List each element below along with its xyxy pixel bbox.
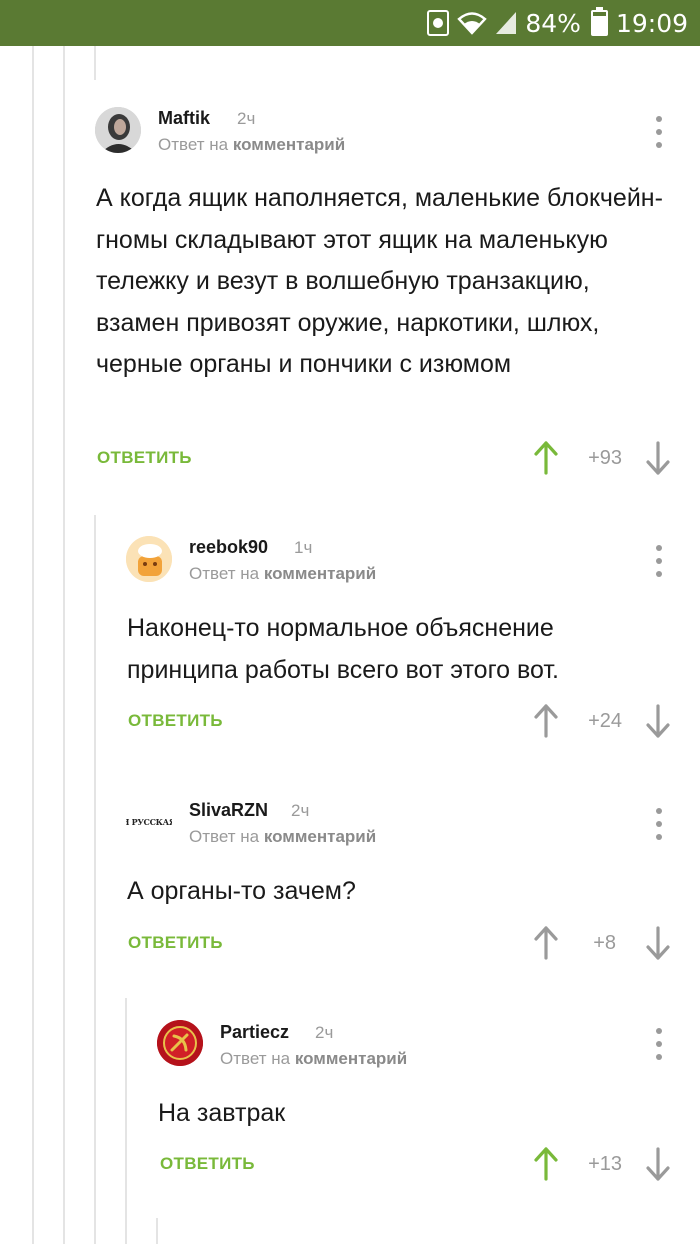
comment: Partiecz 2ч Ответ на комментарий На завт… [0,0,700,1200]
comment-text: На завтрак [158,1099,286,1127]
thread-line [156,1218,158,1244]
downvote-arrow-icon[interactable] [646,1147,670,1181]
reply-to-link[interactable]: комментарий [295,1049,407,1068]
avatar[interactable] [157,1020,203,1066]
reply-to: Ответ на комментарий [220,1049,407,1069]
comment-score: +13 [588,1153,622,1175]
upvote-arrow-icon[interactable] [534,1147,558,1181]
more-menu-icon[interactable] [654,1028,664,1060]
comment-author[interactable]: Partiecz [220,1022,289,1043]
comment-time: 2ч [315,1023,334,1042]
reply-button[interactable]: ОТВЕТИТЬ [160,1154,255,1174]
reply-to-prefix: Ответ на [220,1049,291,1068]
